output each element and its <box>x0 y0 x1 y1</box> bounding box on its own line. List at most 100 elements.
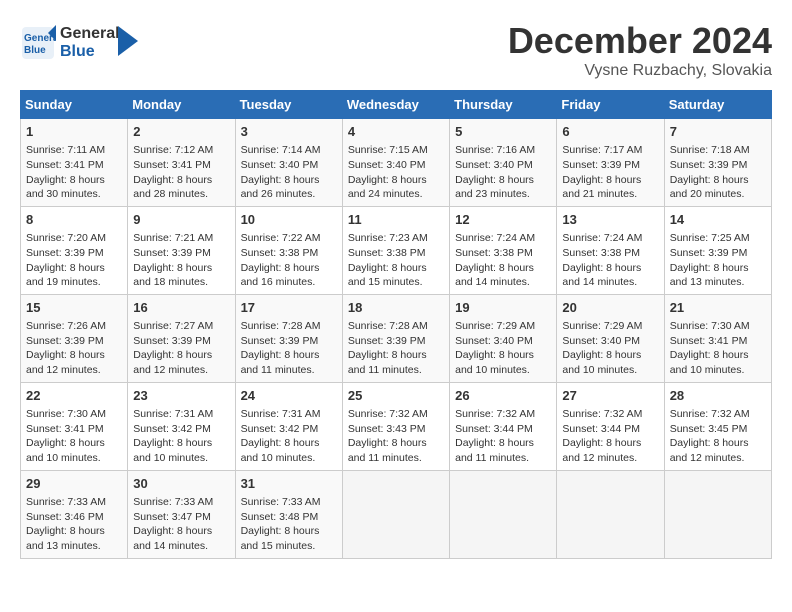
calendar-cell: 17 Sunrise: 7:28 AM Sunset: 3:39 PM Dayli… <box>235 294 342 382</box>
calendar-cell: 16Sunrise: 7:27 AM Sunset: 3:39 PM Dayli… <box>128 294 235 382</box>
day-number: 21 <box>670 299 766 317</box>
day-number: 26 <box>455 387 551 405</box>
day-info: Sunrise: 7:31 AM Sunset: 3:42 PM Dayligh… <box>241 407 337 466</box>
day-info: Sunrise: 7:22 AM Sunset: 3:38 PM Dayligh… <box>241 231 337 290</box>
calendar-cell: 31 Sunrise: 7:33 AM Sunset: 3:48 PM Dayli… <box>235 470 342 558</box>
title-block: December 2024 Vysne Ruzbachy, Slovakia <box>508 20 772 80</box>
calendar-cell: 29 Sunrise: 7:33 AM Sunset: 3:46 PM Dayli… <box>21 470 128 558</box>
calendar-cell: 21 Sunrise: 7:30 AM Sunset: 3:41 PM Dayli… <box>664 294 771 382</box>
column-header-monday: Monday <box>128 91 235 119</box>
day-info: Sunrise: 7:33 AM Sunset: 3:47 PM Dayligh… <box>133 495 229 554</box>
column-header-saturday: Saturday <box>664 91 771 119</box>
day-number: 18 <box>348 299 444 317</box>
calendar-cell: 23 Sunrise: 7:31 AM Sunset: 3:42 PM Dayli… <box>128 382 235 470</box>
calendar-cell <box>664 470 771 558</box>
calendar-cell: 3 Sunrise: 7:14 AM Sunset: 3:40 PM Daylig… <box>235 119 342 207</box>
day-info: Sunrise: 7:14 AM Sunset: 3:40 PM Dayligh… <box>241 143 337 202</box>
day-info: Sunrise: 7:25 AM Sunset: 3:39 PM Dayligh… <box>670 231 766 290</box>
day-number: 10 <box>241 211 337 229</box>
day-number: 19 <box>455 299 551 317</box>
day-info: Sunrise: 7:23 AM Sunset: 3:38 PM Dayligh… <box>348 231 444 290</box>
page-header: General Blue General Blue December 2024 … <box>20 20 772 80</box>
calendar-cell: 10 Sunrise: 7:22 AM Sunset: 3:38 PM Dayli… <box>235 206 342 294</box>
day-number: 8 <box>26 211 122 229</box>
calendar-cell: 26Sunrise: 7:32 AM Sunset: 3:44 PM Dayli… <box>450 382 557 470</box>
calendar-week-row: 8 Sunrise: 7:20 AM Sunset: 3:39 PM Daylig… <box>21 206 772 294</box>
day-info: Sunrise: 7:12 AM Sunset: 3:41 PM Dayligh… <box>133 143 229 202</box>
calendar-cell: 6 Sunrise: 7:17 AM Sunset: 3:39 PM Daylig… <box>557 119 664 207</box>
calendar-cell: 28 Sunrise: 7:32 AM Sunset: 3:45 PM Dayli… <box>664 382 771 470</box>
day-number: 27 <box>562 387 658 405</box>
day-number: 4 <box>348 123 444 141</box>
day-number: 2 <box>133 123 229 141</box>
calendar-cell: 30 Sunrise: 7:33 AM Sunset: 3:47 PM Dayli… <box>128 470 235 558</box>
day-number: 20 <box>562 299 658 317</box>
calendar-cell <box>557 470 664 558</box>
column-header-sunday: Sunday <box>21 91 128 119</box>
calendar-cell: 22 Sunrise: 7:30 AM Sunset: 3:41 PM Dayli… <box>21 382 128 470</box>
day-number: 14 <box>670 211 766 229</box>
column-header-wednesday: Wednesday <box>342 91 449 119</box>
day-info: Sunrise: 7:32 AM Sunset: 3:45 PM Dayligh… <box>670 407 766 466</box>
logo-general: General <box>60 25 120 42</box>
calendar-cell: 18 Sunrise: 7:28 AM Sunset: 3:39 PM Dayli… <box>342 294 449 382</box>
calendar-cell: 11Sunrise: 7:23 AM Sunset: 3:38 PM Dayli… <box>342 206 449 294</box>
calendar-cell: 27Sunrise: 7:32 AM Sunset: 3:44 PM Dayli… <box>557 382 664 470</box>
calendar-cell: 20Sunrise: 7:29 AM Sunset: 3:40 PM Dayli… <box>557 294 664 382</box>
calendar-table: SundayMondayTuesdayWednesdayThursdayFrid… <box>20 90 772 559</box>
calendar-cell <box>342 470 449 558</box>
day-number: 25 <box>348 387 444 405</box>
day-number: 16 <box>133 299 229 317</box>
day-info: Sunrise: 7:11 AM Sunset: 3:41 PM Dayligh… <box>26 143 122 202</box>
day-number: 28 <box>670 387 766 405</box>
day-number: 6 <box>562 123 658 141</box>
calendar-cell: 13Sunrise: 7:24 AM Sunset: 3:38 PM Dayli… <box>557 206 664 294</box>
calendar-cell: 4 Sunrise: 7:15 AM Sunset: 3:40 PM Daylig… <box>342 119 449 207</box>
day-number: 1 <box>26 123 122 141</box>
day-info: Sunrise: 7:21 AM Sunset: 3:39 PM Dayligh… <box>133 231 229 290</box>
calendar-header-row: SundayMondayTuesdayWednesdayThursdayFrid… <box>21 91 772 119</box>
day-number: 30 <box>133 475 229 493</box>
day-info: Sunrise: 7:30 AM Sunset: 3:41 PM Dayligh… <box>670 319 766 378</box>
day-number: 9 <box>133 211 229 229</box>
day-info: Sunrise: 7:20 AM Sunset: 3:39 PM Dayligh… <box>26 231 122 290</box>
day-info: Sunrise: 7:24 AM Sunset: 3:38 PM Dayligh… <box>562 231 658 290</box>
day-info: Sunrise: 7:33 AM Sunset: 3:46 PM Dayligh… <box>26 495 122 554</box>
day-number: 29 <box>26 475 122 493</box>
day-number: 7 <box>670 123 766 141</box>
location-title: Vysne Ruzbachy, Slovakia <box>508 62 772 80</box>
day-info: Sunrise: 7:17 AM Sunset: 3:39 PM Dayligh… <box>562 143 658 202</box>
calendar-cell: 14 Sunrise: 7:25 AM Sunset: 3:39 PM Dayli… <box>664 206 771 294</box>
logo-icon: General Blue <box>20 25 56 61</box>
calendar-cell <box>450 470 557 558</box>
day-number: 17 <box>241 299 337 317</box>
day-number: 23 <box>133 387 229 405</box>
calendar-cell: 8 Sunrise: 7:20 AM Sunset: 3:39 PM Daylig… <box>21 206 128 294</box>
day-info: Sunrise: 7:28 AM Sunset: 3:39 PM Dayligh… <box>241 319 337 378</box>
calendar-cell: 25 Sunrise: 7:32 AM Sunset: 3:43 PM Dayli… <box>342 382 449 470</box>
calendar-week-row: 29 Sunrise: 7:33 AM Sunset: 3:46 PM Dayli… <box>21 470 772 558</box>
calendar-cell: 9 Sunrise: 7:21 AM Sunset: 3:39 PM Daylig… <box>128 206 235 294</box>
column-header-friday: Friday <box>557 91 664 119</box>
day-info: Sunrise: 7:31 AM Sunset: 3:42 PM Dayligh… <box>133 407 229 466</box>
calendar-cell: 24Sunrise: 7:31 AM Sunset: 3:42 PM Dayli… <box>235 382 342 470</box>
day-info: Sunrise: 7:24 AM Sunset: 3:38 PM Dayligh… <box>455 231 551 290</box>
day-info: Sunrise: 7:28 AM Sunset: 3:39 PM Dayligh… <box>348 319 444 378</box>
calendar-week-row: 22 Sunrise: 7:30 AM Sunset: 3:41 PM Dayli… <box>21 382 772 470</box>
calendar-week-row: 15Sunrise: 7:26 AM Sunset: 3:39 PM Dayli… <box>21 294 772 382</box>
day-number: 3 <box>241 123 337 141</box>
column-header-tuesday: Tuesday <box>235 91 342 119</box>
calendar-week-row: 1 Sunrise: 7:11 AM Sunset: 3:41 PM Daylig… <box>21 119 772 207</box>
day-info: Sunrise: 7:30 AM Sunset: 3:41 PM Dayligh… <box>26 407 122 466</box>
day-info: Sunrise: 7:32 AM Sunset: 3:43 PM Dayligh… <box>348 407 444 466</box>
day-number: 31 <box>241 475 337 493</box>
day-info: Sunrise: 7:33 AM Sunset: 3:48 PM Dayligh… <box>241 495 337 554</box>
calendar-cell: 7Sunrise: 7:18 AM Sunset: 3:39 PM Daylig… <box>664 119 771 207</box>
calendar-cell: 19 Sunrise: 7:29 AM Sunset: 3:40 PM Dayli… <box>450 294 557 382</box>
logo: General Blue General Blue <box>20 25 138 61</box>
calendar-cell: 12Sunrise: 7:24 AM Sunset: 3:38 PM Dayli… <box>450 206 557 294</box>
day-info: Sunrise: 7:15 AM Sunset: 3:40 PM Dayligh… <box>348 143 444 202</box>
day-number: 22 <box>26 387 122 405</box>
logo-blue: Blue <box>60 43 95 60</box>
day-info: Sunrise: 7:29 AM Sunset: 3:40 PM Dayligh… <box>455 319 551 378</box>
